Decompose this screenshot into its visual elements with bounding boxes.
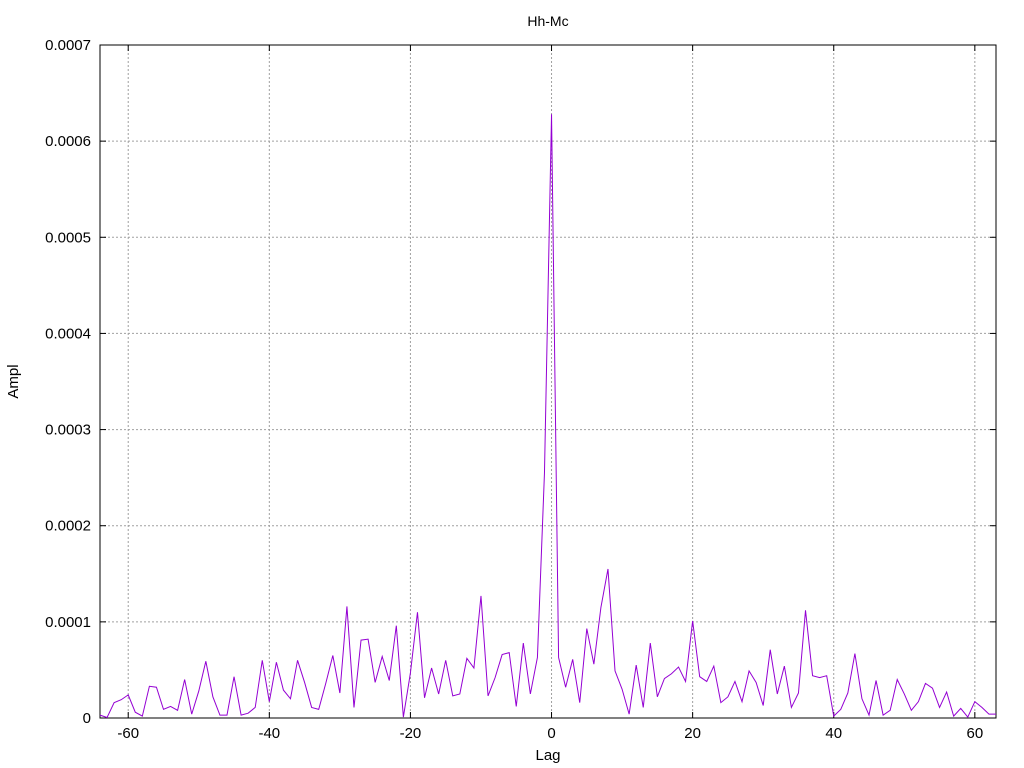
y-tick-label: 0.0001 (45, 614, 91, 631)
y-axis-label: Ampl (5, 364, 22, 398)
x-tick-label: 20 (684, 725, 701, 742)
x-tick-label: -20 (400, 725, 422, 742)
y-axis-tick-labels: 0 0.0001 0.0002 0.0003 0.0004 0.0005 0.0006 0.0… (45, 37, 91, 727)
y-tick-label: 0.0003 (45, 422, 91, 439)
axis-ticks (100, 44, 996, 719)
x-tick-label: 60 (966, 725, 983, 742)
x-tick-label: 0 (547, 725, 555, 742)
y-tick-label: 0.0002 (45, 518, 91, 535)
y-tick-label: 0.0004 (45, 325, 91, 342)
x-tick-label: -40 (258, 725, 280, 742)
x-axis-label: Lag (535, 747, 560, 764)
plot-area-frame (99, 44, 997, 719)
y-tick-label: 0.0005 (45, 229, 91, 246)
chart-title: Hh-Mc (527, 13, 568, 29)
x-axis-tick-labels: -60 -40 -20 0 20 40 60 (117, 725, 983, 742)
x-tick-label: 40 (825, 725, 842, 742)
y-tick-label: 0 (83, 710, 91, 727)
x-tick-label: -60 (117, 725, 139, 742)
line-chart: -60 -40 -20 0 20 40 60 0 0.0001 0.0002 0.0003 0.00… (5, 13, 997, 764)
series-line (99, 114, 996, 719)
y-tick-label: 0.0006 (45, 133, 91, 150)
y-tick-label: 0.0007 (45, 37, 91, 54)
gridlines (100, 45, 996, 718)
